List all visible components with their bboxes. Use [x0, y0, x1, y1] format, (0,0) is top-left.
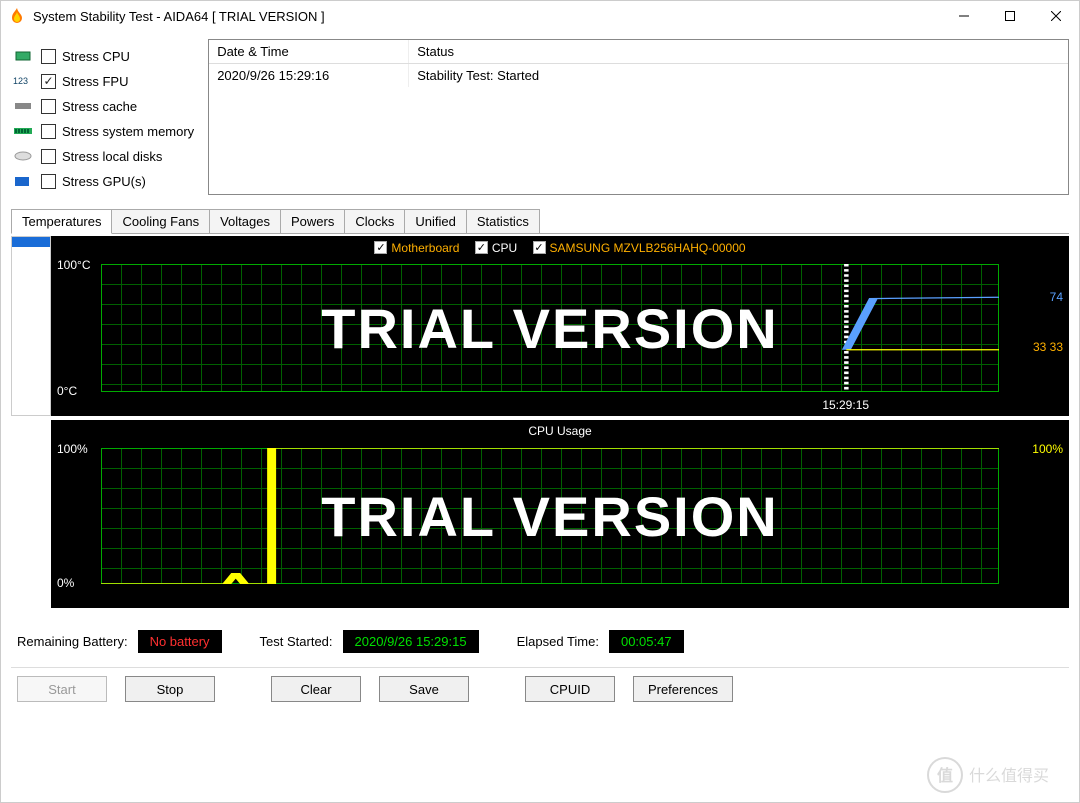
elapsed-label: Elapsed Time:	[517, 634, 599, 649]
stress-fpu-checkbox[interactable]	[41, 74, 56, 89]
stress-cache[interactable]: Stress cache	[11, 95, 194, 117]
cache-icon	[11, 98, 35, 114]
elapsed-value: 00:05:47	[609, 630, 684, 653]
svg-text:值: 值	[937, 766, 953, 785]
stress-disks[interactable]: Stress local disks	[11, 145, 194, 167]
legend-samsung[interactable]: ✓SAMSUNG MZVLB256HAHQ-00000	[533, 241, 746, 255]
status-bar: Remaining Battery: No battery Test Start…	[11, 630, 1069, 653]
legend-cpu[interactable]: ✓CPU	[475, 241, 517, 255]
value-mb: 33 33	[1033, 340, 1063, 354]
battery-label: Remaining Battery:	[17, 634, 128, 649]
temperature-chart[interactable]: ✓Motherboard ✓CPU ✓SAMSUNG MZVLB256HAHQ-…	[51, 236, 1069, 416]
stress-gpu[interactable]: Stress GPU(s)	[11, 170, 194, 192]
chart-plot	[101, 448, 999, 584]
stress-cpu-label: Stress CPU	[62, 49, 130, 64]
tab-cooling-fans[interactable]: Cooling Fans	[111, 209, 210, 233]
app-icon	[9, 8, 25, 24]
stress-memory-label: Stress system memory	[62, 124, 194, 139]
chart-legend: ✓Motherboard ✓CPU ✓SAMSUNG MZVLB256HAHQ-…	[51, 240, 1069, 255]
spacer	[11, 420, 51, 608]
minimize-button[interactable]	[941, 1, 987, 31]
save-button[interactable]: Save	[379, 676, 469, 702]
legend-motherboard[interactable]: ✓Motherboard	[374, 241, 459, 255]
stress-disks-label: Stress local disks	[62, 149, 162, 164]
chart-tabs: Temperatures Cooling Fans Voltages Power…	[11, 209, 1069, 234]
clear-button[interactable]: Clear	[271, 676, 361, 702]
started-label: Test Started:	[260, 634, 333, 649]
tab-powers[interactable]: Powers	[280, 209, 345, 233]
cpuid-button[interactable]: CPUID	[525, 676, 615, 702]
stop-button[interactable]: Stop	[125, 676, 215, 702]
disk-icon	[11, 148, 35, 164]
y-axis-max: 100%	[57, 442, 88, 456]
stress-memory-checkbox[interactable]	[41, 124, 56, 139]
tab-statistics[interactable]: Statistics	[466, 209, 540, 233]
log-row[interactable]: 2020/9/26 15:29:16 Stability Test: Start…	[209, 64, 1068, 87]
stress-fpu-label: Stress FPU	[62, 74, 128, 89]
svg-text:什么值得买: 什么值得买	[969, 767, 1049, 785]
y-axis-min: 0%	[57, 576, 74, 590]
site-watermark: 值 什么值得买	[925, 755, 1075, 798]
log-header-date[interactable]: Date & Time	[209, 40, 409, 63]
x-marker: 15:29:15	[822, 398, 869, 412]
button-row: Start Stop Clear Save CPUID Preferences	[11, 667, 1069, 710]
log-row-status: Stability Test: Started	[409, 64, 1068, 87]
log-header-status[interactable]: Status	[409, 40, 1068, 63]
tab-temperatures[interactable]: Temperatures	[11, 209, 112, 234]
y-axis-min: 0°C	[57, 384, 77, 398]
stress-disks-checkbox[interactable]	[41, 149, 56, 164]
chart-plot	[101, 264, 999, 392]
battery-value: No battery	[138, 630, 222, 653]
memory-icon	[11, 123, 35, 139]
stress-gpu-label: Stress GPU(s)	[62, 174, 146, 189]
event-log[interactable]: Date & Time Status 2020/9/26 15:29:16 St…	[208, 39, 1069, 195]
window-title: System Stability Test - AIDA64 [ TRIAL V…	[33, 9, 941, 24]
preferences-button[interactable]: Preferences	[633, 676, 733, 702]
cpu-usage-chart[interactable]: CPU Usage 100% 0% 100% TRIAL VERSION	[51, 420, 1069, 608]
stress-cache-checkbox[interactable]	[41, 99, 56, 114]
maximize-button[interactable]	[987, 1, 1033, 31]
value-cpu: 74	[1050, 290, 1063, 304]
stress-gpu-checkbox[interactable]	[41, 174, 56, 189]
stress-cpu-checkbox[interactable]	[41, 49, 56, 64]
stress-options: Stress CPU 123 Stress FPU Stress cache S…	[11, 39, 194, 192]
log-row-date: 2020/9/26 15:29:16	[209, 64, 409, 87]
close-button[interactable]	[1033, 1, 1079, 31]
stress-cache-label: Stress cache	[62, 99, 137, 114]
sensor-selected[interactable]	[12, 237, 50, 247]
stress-cpu[interactable]: Stress CPU	[11, 45, 194, 67]
tab-voltages[interactable]: Voltages	[209, 209, 281, 233]
started-value: 2020/9/26 15:29:15	[343, 630, 479, 653]
cpu-icon	[11, 48, 35, 64]
titlebar: System Stability Test - AIDA64 [ TRIAL V…	[1, 1, 1079, 31]
stress-fpu[interactable]: 123 Stress FPU	[11, 70, 194, 92]
fpu-icon: 123	[11, 73, 35, 89]
tab-unified[interactable]: Unified	[404, 209, 466, 233]
svg-text:123: 123	[13, 76, 28, 86]
value-cpuusage: 100%	[1032, 442, 1063, 456]
cpu-chart-title: CPU Usage	[51, 424, 1069, 438]
y-axis-max: 100°C	[57, 258, 91, 272]
gpu-icon	[11, 173, 35, 189]
tab-clocks[interactable]: Clocks	[344, 209, 405, 233]
log-header: Date & Time Status	[209, 40, 1068, 64]
stress-memory[interactable]: Stress system memory	[11, 120, 194, 142]
start-button: Start	[17, 676, 107, 702]
sensor-list[interactable]	[11, 236, 51, 416]
